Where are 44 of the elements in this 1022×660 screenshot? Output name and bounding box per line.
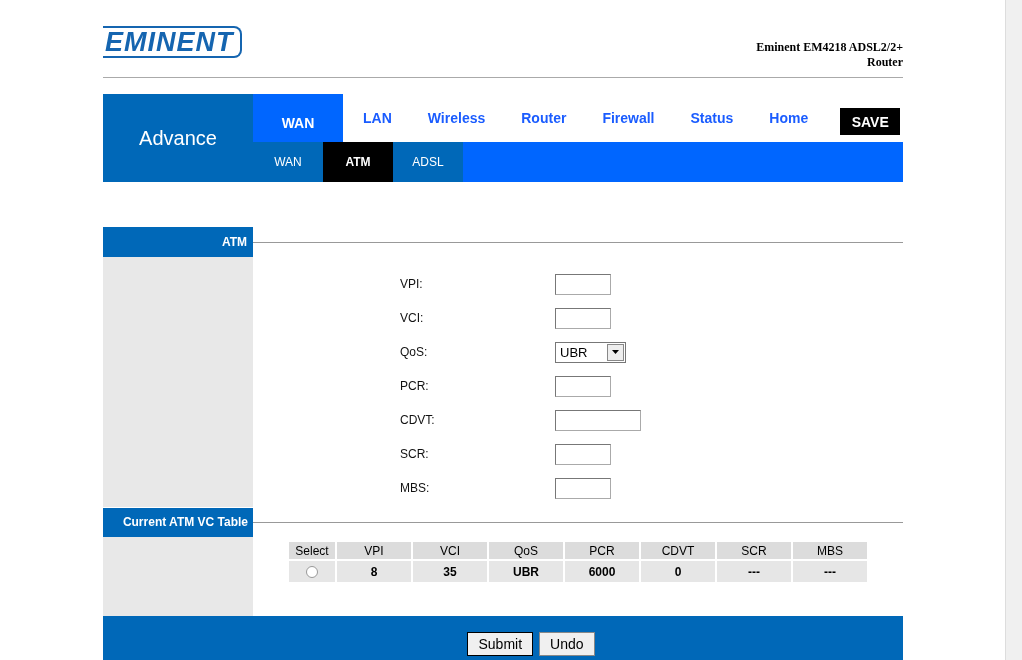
- scrollbar[interactable]: [1005, 0, 1022, 660]
- input-field[interactable]: [555, 375, 611, 397]
- column-header: PCR: [565, 542, 639, 559]
- column-header: Select: [289, 542, 335, 559]
- save-button[interactable]: SAVE: [840, 108, 901, 135]
- section-header: ATM: [103, 227, 253, 257]
- field-label: SCR:: [400, 447, 430, 461]
- field-label: MBS:: [400, 481, 431, 495]
- input-field[interactable]: [555, 443, 611, 465]
- table-cell: 35: [413, 561, 487, 582]
- subnav-tab[interactable]: WAN: [253, 142, 323, 182]
- input-field[interactable]: [555, 477, 611, 499]
- logo: EMINENT: [103, 26, 242, 58]
- field-label: VCI:: [400, 311, 425, 325]
- radio-button[interactable]: [306, 566, 318, 579]
- nav-tab[interactable]: WAN: [253, 94, 343, 142]
- product-title: Eminent EM4218 ADSL2/2+ Router: [755, 40, 903, 70]
- table-cell: 8: [337, 561, 411, 582]
- subnav-tab[interactable]: ATM: [323, 142, 393, 182]
- column-header: VCI: [413, 542, 487, 559]
- table-cell: 6000: [565, 561, 639, 582]
- field-label: PCR:: [400, 379, 430, 393]
- field-label: CDVT:: [400, 413, 436, 427]
- input-field[interactable]: [555, 273, 611, 295]
- column-header: CDVT: [641, 542, 715, 559]
- section-label: Advance: [103, 94, 253, 182]
- table-cell: ---: [793, 561, 867, 582]
- column-header: VPI: [337, 542, 411, 559]
- field-label: QoS:: [400, 345, 429, 359]
- column-header: QoS: [489, 542, 563, 559]
- dropdown[interactable]: UBR: [555, 341, 626, 363]
- column-header: SCR: [717, 542, 791, 559]
- column-header: MBS: [793, 542, 867, 559]
- form-button[interactable]: Undo: [539, 632, 595, 656]
- field-label: VPI:: [400, 277, 424, 291]
- table-cell: ---: [717, 561, 791, 582]
- caret-icon: [612, 350, 619, 354]
- form-button[interactable]: Submit: [467, 632, 534, 656]
- subnav-tab[interactable]: ADSL: [393, 142, 463, 182]
- input-field[interactable]: [555, 307, 611, 329]
- input-field[interactable]: [555, 409, 641, 431]
- table-cell: UBR: [489, 561, 563, 582]
- section-header: Current ATM VC Table: [103, 507, 253, 537]
- table-cell: 0: [641, 561, 715, 582]
